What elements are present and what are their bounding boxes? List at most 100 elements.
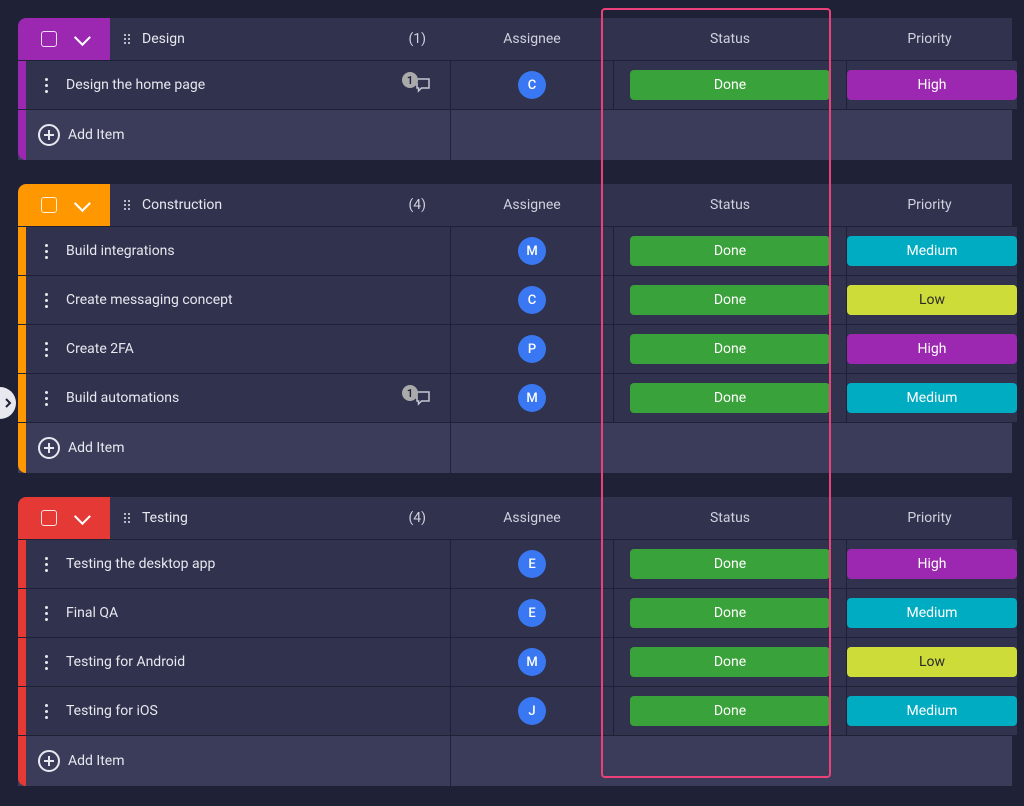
task-title-cell[interactable]: Create messaging concept <box>18 276 450 324</box>
group-name-wrap[interactable]: Testing(4) <box>110 510 450 526</box>
task-title-cell[interactable]: Create 2FA <box>18 325 450 373</box>
group-name-wrap[interactable]: Design(1) <box>110 31 450 47</box>
row-menu-button[interactable] <box>26 556 66 572</box>
task-row: Build automations1MDoneMedium <box>18 374 1012 422</box>
assignee-cell[interactable]: C <box>451 276 613 324</box>
group-color-strip <box>18 687 26 735</box>
more-options-icon[interactable] <box>45 77 48 93</box>
priority-pill: Medium <box>847 383 1017 413</box>
add-item-row: Add Item <box>18 423 1012 473</box>
task-title-cell[interactable]: Testing for iOS <box>18 687 450 735</box>
more-options-icon[interactable] <box>45 292 48 308</box>
status-pill: Done <box>630 334 830 364</box>
assignee-cell[interactable]: C <box>451 61 613 109</box>
group-name-wrap[interactable]: Construction(4) <box>110 197 450 213</box>
group-color-strip <box>18 540 26 588</box>
priority-cell[interactable]: Medium <box>847 227 1017 275</box>
column-header-status[interactable]: Status <box>614 497 846 539</box>
row-menu-button[interactable] <box>26 703 66 719</box>
select-all-checkbox[interactable] <box>41 31 57 47</box>
comment-indicator[interactable]: 1 <box>402 76 442 94</box>
row-menu-button[interactable] <box>26 605 66 621</box>
column-header-priority[interactable]: Priority <box>847 18 1012 60</box>
collapse-icon[interactable] <box>74 195 91 212</box>
group-header: Testing(4)AssigneeStatusPriority <box>18 497 1012 539</box>
status-cell[interactable]: Done <box>614 61 846 109</box>
assignee-cell[interactable]: J <box>451 687 613 735</box>
select-all-checkbox[interactable] <box>41 510 57 526</box>
column-header-assignee[interactable]: Assignee <box>451 18 613 60</box>
more-options-icon[interactable] <box>45 654 48 670</box>
more-options-icon[interactable] <box>45 243 48 259</box>
group-color-strip <box>18 374 26 422</box>
more-options-icon[interactable] <box>45 556 48 572</box>
collapse-icon[interactable] <box>74 29 91 46</box>
column-header-assignee[interactable]: Assignee <box>451 184 613 226</box>
plus-circle-icon <box>38 750 60 772</box>
add-item-rest <box>451 736 1012 786</box>
column-header-priority[interactable]: Priority <box>847 184 1012 226</box>
priority-cell[interactable]: High <box>847 61 1017 109</box>
column-header-status[interactable]: Status <box>614 18 846 60</box>
drag-handle-icon[interactable] <box>124 34 130 44</box>
drag-handle-icon[interactable] <box>124 513 130 523</box>
more-options-icon[interactable] <box>45 703 48 719</box>
more-options-icon[interactable] <box>45 341 48 357</box>
priority-cell[interactable]: High <box>847 540 1017 588</box>
assignee-cell[interactable]: E <box>451 589 613 637</box>
row-menu-button[interactable] <box>26 77 66 93</box>
row-menu-button[interactable] <box>26 654 66 670</box>
assignee-cell[interactable]: P <box>451 325 613 373</box>
priority-cell[interactable]: Medium <box>847 687 1017 735</box>
collapse-icon[interactable] <box>74 508 91 525</box>
add-item-button[interactable]: Add Item <box>18 736 450 786</box>
row-menu-button[interactable] <box>26 292 66 308</box>
task-name: Build integrations <box>66 243 442 259</box>
priority-pill: Medium <box>847 236 1017 266</box>
task-title-cell[interactable]: Build automations1 <box>18 374 450 422</box>
priority-cell[interactable]: Low <box>847 276 1017 324</box>
comment-count: 1 <box>402 385 418 401</box>
row-menu-button[interactable] <box>26 243 66 259</box>
add-item-button[interactable]: Add Item <box>18 110 450 160</box>
status-cell[interactable]: Done <box>614 540 846 588</box>
status-cell[interactable]: Done <box>614 589 846 637</box>
task-title-cell[interactable]: Design the home page1 <box>18 61 450 109</box>
assignee-cell[interactable]: M <box>451 374 613 422</box>
assignee-cell[interactable]: E <box>451 540 613 588</box>
priority-cell[interactable]: Medium <box>847 374 1017 422</box>
add-item-button[interactable]: Add Item <box>18 423 450 473</box>
assignee-cell[interactable]: M <box>451 638 613 686</box>
column-header-priority[interactable]: Priority <box>847 497 1012 539</box>
status-cell[interactable]: Done <box>614 227 846 275</box>
group-color-block[interactable] <box>18 184 110 226</box>
comment-indicator[interactable]: 1 <box>402 389 442 407</box>
task-title-cell[interactable]: Build integrations <box>18 227 450 275</box>
select-all-checkbox[interactable] <box>41 197 57 213</box>
priority-cell[interactable]: Low <box>847 638 1017 686</box>
task-name: Final QA <box>66 605 442 621</box>
status-cell[interactable]: Done <box>614 276 846 324</box>
task-title-cell[interactable]: Testing the desktop app <box>18 540 450 588</box>
status-cell[interactable]: Done <box>614 374 846 422</box>
group-color-block[interactable] <box>18 497 110 539</box>
task-row: Design the home page1CDoneHigh <box>18 61 1012 109</box>
priority-cell[interactable]: Medium <box>847 589 1017 637</box>
priority-cell[interactable]: High <box>847 325 1017 373</box>
row-menu-button[interactable] <box>26 390 66 406</box>
column-header-status[interactable]: Status <box>614 184 846 226</box>
group-name: Testing <box>142 510 188 526</box>
task-title-cell[interactable]: Testing for Android <box>18 638 450 686</box>
assignee-cell[interactable]: M <box>451 227 613 275</box>
column-header-assignee[interactable]: Assignee <box>451 497 613 539</box>
status-cell[interactable]: Done <box>614 638 846 686</box>
status-cell[interactable]: Done <box>614 687 846 735</box>
status-cell[interactable]: Done <box>614 325 846 373</box>
group-color-block[interactable] <box>18 18 110 60</box>
task-title-cell[interactable]: Final QA <box>18 589 450 637</box>
row-menu-button[interactable] <box>26 341 66 357</box>
drag-handle-icon[interactable] <box>124 200 130 210</box>
comment-count: 1 <box>402 72 418 88</box>
more-options-icon[interactable] <box>45 605 48 621</box>
more-options-icon[interactable] <box>45 390 48 406</box>
